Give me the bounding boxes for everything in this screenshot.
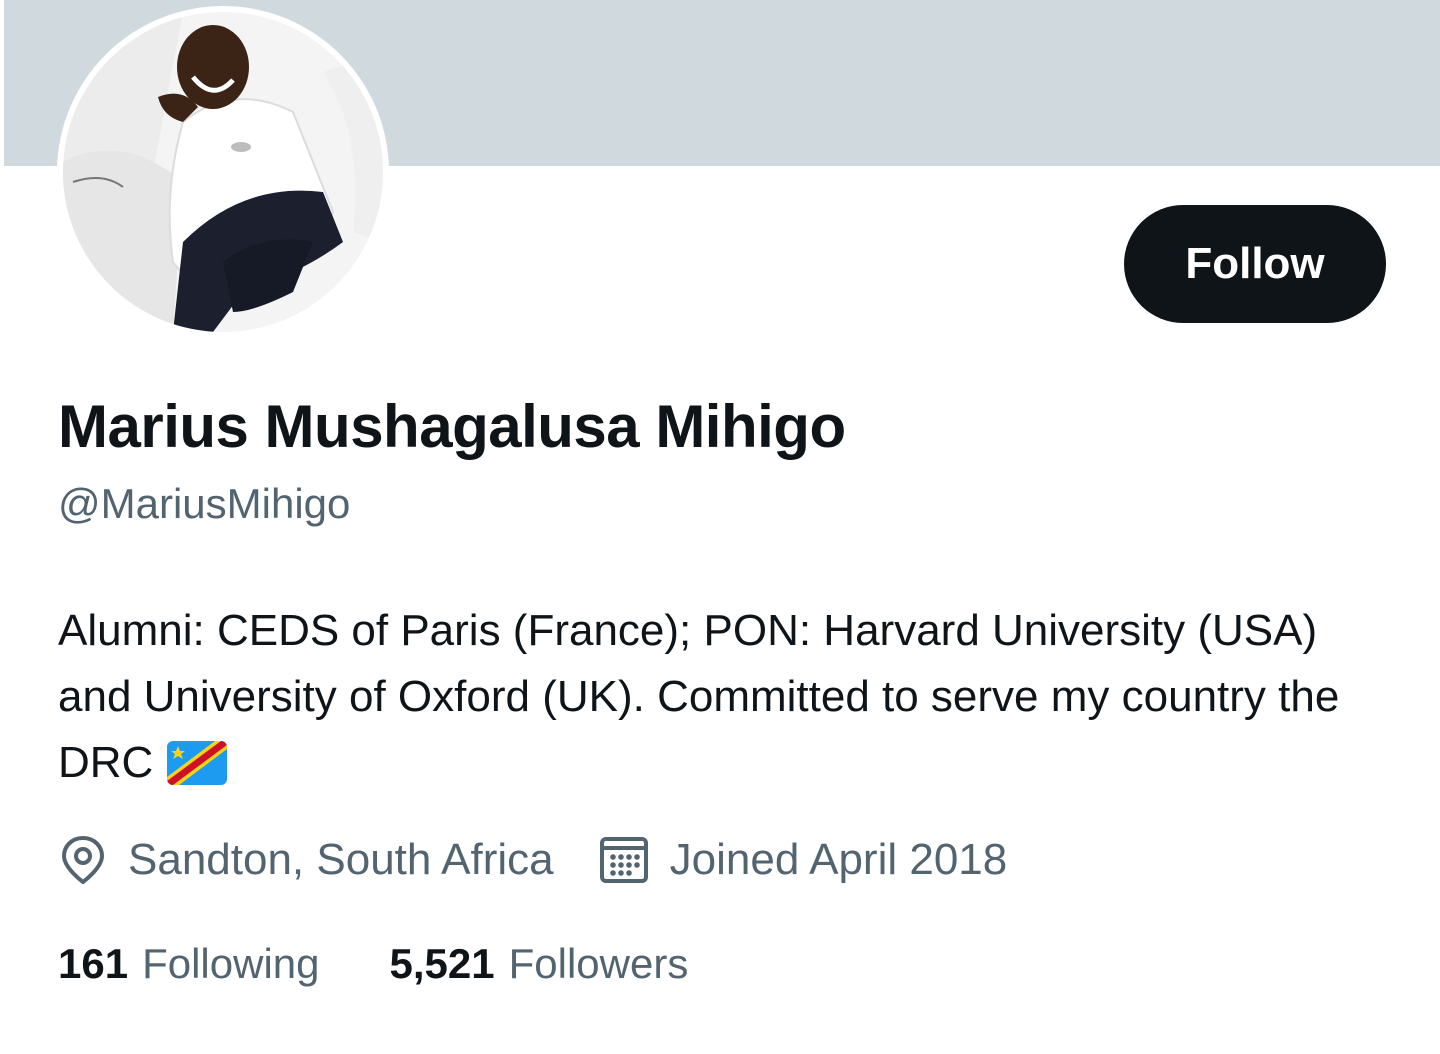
follow-button[interactable]: Follow [1124,205,1386,323]
profile-stats: 161 Following 5,521 Followers [58,936,688,992]
profile-location: Sandton, South Africa [58,834,554,886]
flag-drc-icon [167,738,228,804]
profile-handle: @MariusMihigo [58,480,351,527]
calendar-icon [598,834,650,886]
avatar-photo [63,12,383,332]
location-text: Sandton, South Africa [128,835,554,884]
profile-display-name: Marius Mushagalusa Mihigo [58,393,846,460]
followers-label: Followers [508,940,689,987]
profile-header: Follow Marius Mushagalusa Mihigo @Marius… [0,0,1440,1054]
followers-count: 5,521 [389,940,495,987]
following-link[interactable]: 161 Following [58,940,320,988]
profile-join-date: Joined April 2018 [598,834,1008,886]
following-count: 161 [58,940,129,987]
location-pin-icon [58,834,108,886]
bio-text: Alumni: CEDS of Paris (France); PON: Har… [58,606,1340,787]
profile-meta: Sandton, South Africa Joined April 2018 [58,828,1007,892]
profile-bio: Alumni: CEDS of Paris (France); PON: Har… [58,598,1398,804]
join-date-text: Joined April 2018 [669,835,1008,884]
followers-link[interactable]: 5,521 Followers [390,940,689,988]
profile-avatar[interactable] [57,6,389,338]
following-label: Following [142,940,320,987]
